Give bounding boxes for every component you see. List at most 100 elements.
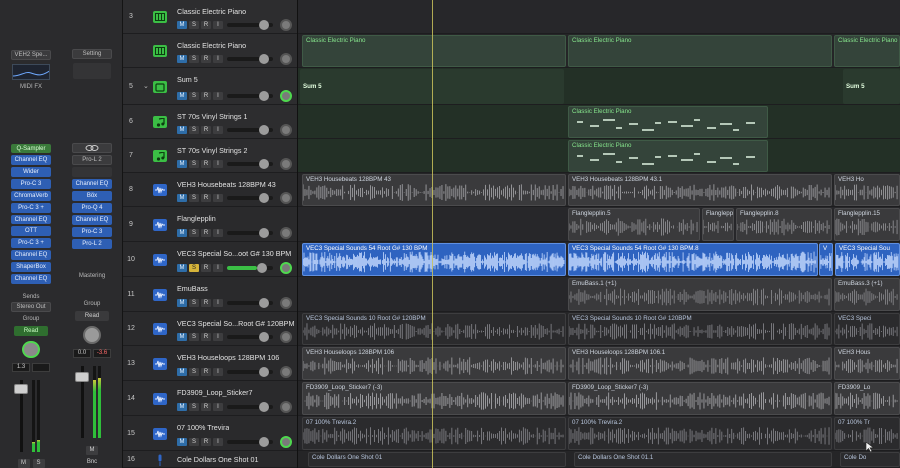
track-record-button[interactable]: R: [201, 21, 211, 29]
region[interactable]: VEC3 Special Sou: [835, 243, 900, 276]
track-solo-button[interactable]: S: [189, 299, 199, 307]
automation-mode-button-b[interactable]: Read: [75, 311, 109, 321]
track-mute-button[interactable]: M: [177, 126, 187, 134]
region[interactable]: VEH3 Housebeats 128BPM 43: [302, 174, 566, 206]
instrument-setting-button[interactable]: VEH2 Spe...: [11, 49, 51, 60]
track-mute-button[interactable]: M: [177, 368, 187, 376]
track-mute-button[interactable]: M: [177, 194, 187, 202]
track-name[interactable]: VEH3 Housebeats 128BPM 43: [177, 180, 276, 189]
track-pan-knob[interactable]: [280, 19, 292, 31]
track-input-button[interactable]: I: [213, 438, 223, 446]
track-header-row[interactable]: 9 Flanglepplin M S R I: [123, 207, 297, 242]
disclosure-chevron-icon[interactable]: ⌄: [143, 82, 149, 90]
track-pan-knob[interactable]: [280, 192, 292, 204]
group-label-b[interactable]: Group: [84, 301, 101, 307]
out-plugin-slot-3[interactable]: Pro-Q 4: [72, 203, 112, 213]
track-name[interactable]: VEH3 Houseloops 128BPM 106: [177, 353, 279, 362]
region[interactable]: EmuBass.1 (+1): [568, 278, 832, 311]
track-pan-knob[interactable]: [280, 53, 292, 65]
arrange-area[interactable]: Classic Electric Piano Classic Electric P…: [298, 0, 900, 468]
region[interactable]: FD3909_Loop_Sticker7 (-3): [568, 382, 832, 415]
track-volume-slider[interactable]: [227, 20, 273, 30]
track-mute-button[interactable]: M: [177, 55, 187, 63]
track-input-button[interactable]: I: [213, 229, 223, 237]
track-volume-slider[interactable]: [227, 91, 273, 101]
track-volume-slider[interactable]: [227, 367, 273, 377]
track-name[interactable]: 07 100% Trevira: [177, 423, 229, 432]
plugin-slot-top[interactable]: Pro-L 2: [72, 155, 112, 165]
track-header-row[interactable]: 16 Cole Dollars One Shot 01: [123, 451, 297, 468]
automation-mode-button[interactable]: Read: [14, 325, 48, 336]
track-name[interactable]: VEC3 Special So...Root G# 120BPM: [177, 319, 294, 328]
mute-button[interactable]: M: [17, 459, 30, 468]
track-header-row[interactable]: 13 VEH3 Houseloops 128BPM 106 M S R I: [123, 346, 297, 381]
track-solo-button[interactable]: S: [189, 194, 199, 202]
track-pan-knob[interactable]: [280, 262, 292, 274]
region[interactable]: VEH3 Houseloops 128BPM 106.1: [568, 347, 832, 380]
track-input-button[interactable]: I: [213, 55, 223, 63]
link-icon[interactable]: [72, 143, 112, 153]
region[interactable]: Classic Electric Piano: [834, 35, 900, 67]
region[interactable]: Cole Dollars One Shot 01.1: [574, 452, 832, 467]
region[interactable]: Flanglepplin.8: [736, 208, 832, 241]
track-solo-button[interactable]: S: [189, 126, 199, 134]
track-input-button[interactable]: I: [213, 160, 223, 168]
region[interactable]: Flanglepp: [702, 208, 734, 241]
track-volume-slider[interactable]: [227, 54, 273, 64]
plugin-slot-6[interactable]: Channel EQ: [11, 214, 51, 225]
track-volume-slider[interactable]: [227, 402, 273, 412]
track-pan-knob[interactable]: [280, 227, 292, 239]
track-solo-button[interactable]: S: [189, 160, 199, 168]
track-mute-button[interactable]: M: [177, 333, 187, 341]
track-solo-button[interactable]: S: [189, 264, 199, 272]
track-name[interactable]: Flanglepplin: [177, 214, 216, 223]
track-pan-knob[interactable]: [280, 436, 292, 448]
track-name[interactable]: VEC3 Special So...oot G# 130 BPM: [177, 249, 291, 258]
track-record-button[interactable]: R: [201, 333, 211, 341]
track-record-button[interactable]: R: [201, 92, 211, 100]
playhead[interactable]: [432, 0, 433, 468]
track-input-button[interactable]: I: [213, 21, 223, 29]
track-input-button[interactable]: I: [213, 264, 223, 272]
output-button[interactable]: Stereo Out: [11, 301, 51, 312]
out-plugin-slot-5[interactable]: Pro-C 3: [72, 227, 112, 237]
region[interactable]: FD3909_Lo: [834, 382, 900, 415]
track-mute-button[interactable]: M: [177, 264, 187, 272]
mute-button-b[interactable]: M: [86, 446, 98, 455]
out-plugin-slot-6[interactable]: Pro-L 2: [72, 239, 112, 249]
track-pan-knob[interactable]: [280, 366, 292, 378]
track-pan-knob[interactable]: [280, 297, 292, 309]
region[interactable]: VEH3 Housebeats 128BPM 43.1: [568, 174, 832, 206]
out-plugin-slot-1[interactable]: Channel EQ: [72, 179, 112, 189]
track-volume-slider[interactable]: [227, 332, 273, 342]
track-header-row[interactable]: 8 VEH3 Housebeats 128BPM 43 M S R I: [123, 173, 297, 207]
track-solo-button[interactable]: S: [189, 55, 199, 63]
track-name[interactable]: Cole Dollars One Shot 01: [177, 455, 259, 464]
track-input-button[interactable]: I: [213, 368, 223, 376]
track-name[interactable]: EmuBass: [177, 284, 208, 293]
region[interactable]: Classic Electric Piano: [568, 35, 832, 67]
region[interactable]: EmuBass.3 (+1): [834, 278, 900, 311]
region[interactable]: VEC3 Special Sounds 54 Root G# 130 BPM: [302, 243, 566, 276]
plugin-slot-1[interactable]: Channel EQ: [11, 155, 51, 166]
track-name[interactable]: ST 70s Vinyl Strings 2: [177, 146, 247, 155]
track-record-button[interactable]: R: [201, 229, 211, 237]
track-name[interactable]: Classic Electric Piano: [177, 41, 246, 50]
instrument-plugin-slot[interactable]: Q-Sampler: [11, 143, 51, 154]
region[interactable]: Cole Do: [840, 452, 900, 467]
eq-thumbnail[interactable]: [12, 63, 50, 80]
plugin-slot-9[interactable]: Channel EQ: [11, 250, 51, 260]
track-record-button[interactable]: R: [201, 264, 211, 272]
track-pan-knob[interactable]: [280, 331, 292, 343]
eq-thumbnail-empty[interactable]: [73, 63, 111, 79]
solo-button[interactable]: S: [32, 459, 45, 468]
track-header-row[interactable]: 6 ST 70s Vinyl Strings 1 MSRI: [123, 105, 297, 139]
empty-slot[interactable]: [72, 167, 112, 177]
plugin-slot-2[interactable]: Wider: [11, 167, 51, 178]
region[interactable]: VEH3 Ho: [834, 174, 900, 206]
track-name[interactable]: FD3909_Loop_Sticker7: [177, 388, 253, 397]
track-name[interactable]: Sum 5: [177, 75, 198, 84]
track-solo-button[interactable]: S: [189, 403, 199, 411]
plugin-slot-8[interactable]: Pro-C 3 +: [11, 238, 51, 249]
region[interactable]: VEC3 Speci: [834, 313, 900, 345]
